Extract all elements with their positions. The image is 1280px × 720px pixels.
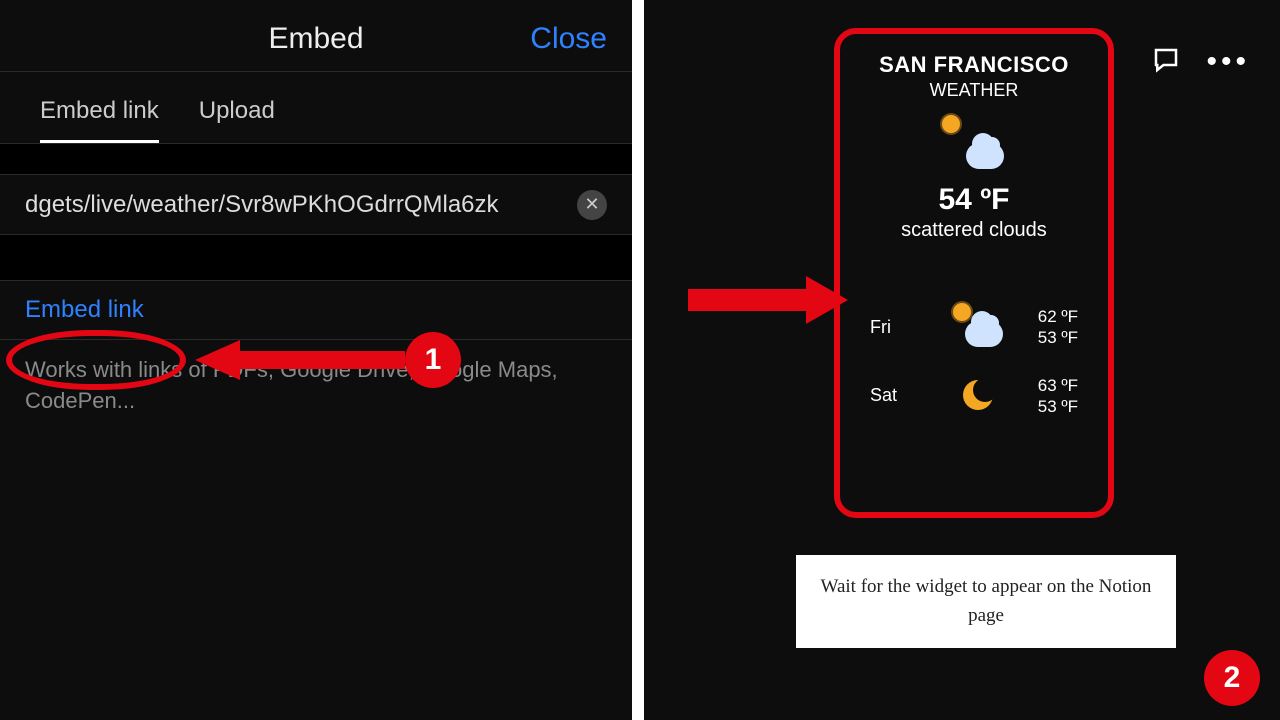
page-top-icons: •••	[1151, 45, 1250, 80]
forecast-row: Fri 62 ºF 53 ºF	[852, 302, 1096, 353]
forecast-day: Fri	[870, 317, 920, 338]
forecast-day: Sat	[870, 385, 920, 406]
close-button[interactable]: Close	[530, 22, 607, 56]
tab-bar: Embed link Upload	[0, 72, 632, 143]
forecast-temps: 63 ºF 53 ºF	[1038, 375, 1078, 418]
notion-page-preview: ••• SAN FRANCISCO WEATHER 54 ºF scattere…	[644, 0, 1280, 720]
url-input-row: ✕	[0, 175, 632, 235]
weather-widget[interactable]: SAN FRANCISCO WEATHER 54 ºF scattered cl…	[834, 28, 1114, 518]
embed-hint-text: Works with links of PDFs, Google Drive, …	[0, 340, 632, 432]
forecast-temps: 62 ºF 53 ºF	[1038, 306, 1078, 349]
more-options-icon[interactable]: •••	[1206, 45, 1250, 80]
section-separator	[0, 143, 632, 175]
partly-cloudy-icon	[944, 119, 1004, 169]
embed-dialog: Embed Close Embed link Upload ✕ Embed li…	[0, 0, 632, 720]
annotation-step-badge: 2	[1204, 650, 1260, 706]
partly-cloudy-icon	[955, 307, 1003, 347]
forecast-high: 63 ºF	[1038, 375, 1078, 396]
weather-city: SAN FRANCISCO	[852, 52, 1096, 78]
embed-link-action[interactable]: Embed link	[0, 281, 632, 340]
weather-label: WEATHER	[852, 80, 1096, 101]
dialog-header: Embed Close	[0, 0, 632, 72]
forecast-low: 53 ºF	[1038, 396, 1078, 417]
weather-forecast: Fri 62 ºF 53 ºF Sat 63 ºF 53 ºF	[852, 302, 1096, 421]
comment-icon[interactable]	[1151, 45, 1181, 80]
moon-icon	[955, 376, 1003, 416]
embed-url-input[interactable]	[25, 191, 567, 219]
forecast-row: Sat 63 ºF 53 ºF	[852, 371, 1096, 422]
forecast-low: 53 ºF	[1038, 327, 1078, 348]
clear-input-button[interactable]: ✕	[577, 190, 607, 220]
section-separator	[0, 235, 632, 281]
weather-description: scattered clouds	[852, 219, 1096, 242]
weather-current-temp: 54 ºF	[852, 183, 1096, 217]
annotation-caption: Wait for the widget to appear on the Not…	[796, 555, 1176, 648]
annotation-arrow-icon	[688, 270, 848, 330]
tab-embed-link[interactable]: Embed link	[40, 97, 159, 143]
panel-divider	[632, 0, 644, 720]
tab-upload[interactable]: Upload	[199, 97, 275, 143]
forecast-high: 62 ºF	[1038, 306, 1078, 327]
